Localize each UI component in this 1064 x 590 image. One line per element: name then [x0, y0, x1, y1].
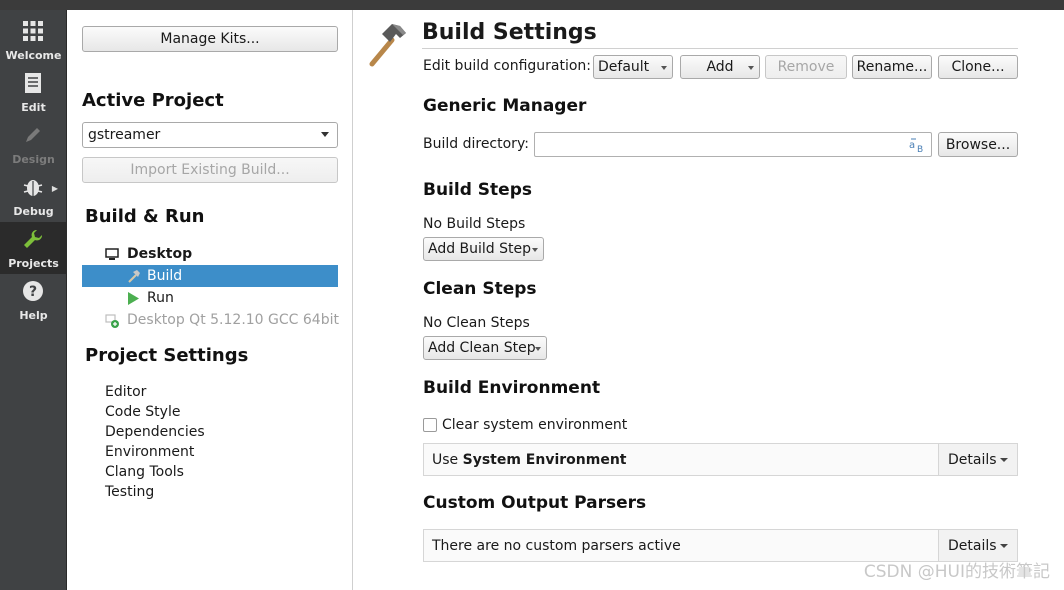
build-config-value: Default — [598, 59, 650, 75]
environment-details-label: Details — [948, 451, 997, 468]
chevron-down-icon — [535, 347, 541, 351]
help-icon: ? — [23, 281, 43, 301]
settings-clang-tools-item[interactable]: Clang Tools — [105, 464, 184, 480]
no-clean-steps-text: No Clean Steps — [423, 315, 530, 331]
remove-config-button[interactable]: Remove — [765, 55, 847, 79]
add-config-label: Add — [706, 59, 734, 75]
environment-summary-row: Use System Environment Details — [423, 443, 1018, 476]
no-parsers-text: There are no custom parsers active — [432, 538, 681, 554]
environment-prefix: Use — [432, 452, 463, 468]
mode-edit-label: Edit — [21, 101, 46, 114]
manage-kits-button[interactable]: Manage Kits... — [82, 26, 338, 52]
chevron-down-icon — [321, 132, 329, 137]
clone-config-button[interactable]: Clone... — [938, 55, 1018, 79]
chevron-down-icon — [532, 248, 538, 252]
debug-expand-icon: ▶ — [51, 184, 58, 193]
settings-dependencies-item[interactable]: Dependencies — [105, 424, 205, 440]
kit-desktop-label: Desktop — [127, 246, 193, 262]
import-existing-build-button[interactable]: Import Existing Build... — [82, 157, 338, 183]
build-config-select[interactable]: Default — [593, 55, 673, 79]
title-divider — [422, 48, 1018, 49]
custom-parsers-heading: Custom Output Parsers — [423, 493, 647, 513]
svg-text:?: ? — [29, 284, 37, 300]
build-environment-heading: Build Environment — [423, 378, 601, 398]
add-build-step-label: Add Build Step — [428, 241, 532, 257]
add-clean-step-button[interactable]: Add Clean Step — [423, 336, 547, 360]
mode-projects-label: Projects — [8, 257, 59, 270]
hammer-icon — [128, 270, 140, 283]
build-steps-heading: Build Steps — [423, 180, 532, 200]
mode-projects[interactable]: Projects — [0, 222, 67, 274]
environment-name: System Environment — [462, 452, 627, 468]
chevron-down-icon — [1000, 544, 1008, 548]
add-config-button[interactable]: Add — [680, 55, 760, 79]
project-settings-heading: Project Settings — [85, 345, 249, 366]
no-build-steps-text: No Build Steps — [423, 216, 526, 232]
active-project-value: gstreamer — [88, 127, 161, 143]
clear-env-label: Clear system environment — [442, 417, 628, 433]
settings-testing-item[interactable]: Testing — [105, 484, 154, 500]
svg-text:B: B — [917, 145, 923, 153]
add-kit-icon — [105, 314, 119, 328]
active-project-heading: Active Project — [82, 90, 224, 111]
mode-help-label: Help — [19, 309, 48, 322]
watermark: CSDN @HUI的技術筆記 — [863, 562, 1050, 582]
pencil-icon — [26, 128, 40, 142]
mode-edit[interactable]: Edit — [0, 66, 67, 118]
play-icon — [128, 292, 139, 305]
rename-config-button[interactable]: Rename... — [852, 55, 932, 79]
grid-icon — [23, 21, 43, 41]
active-project-select[interactable]: gstreamer — [82, 122, 338, 148]
kit-qt-label: Desktop Qt 5.12.10 GCC 64bit — [127, 312, 339, 328]
environment-summary-text: Use System Environment — [432, 452, 627, 468]
add-clean-step-label: Add Clean Step — [428, 340, 536, 356]
build-settings-panel: Build Settings Edit build configuration:… — [354, 10, 1064, 590]
monitor-icon — [105, 248, 119, 260]
bug-icon — [23, 180, 43, 196]
top-strip — [0, 0, 1064, 10]
wrench-icon — [24, 229, 43, 248]
chevron-down-icon — [1000, 458, 1008, 462]
hammer-icon — [369, 24, 406, 67]
run-item-label: Run — [147, 290, 174, 306]
variable-chooser-icon[interactable]: a B — [909, 137, 927, 153]
settings-code-style-item[interactable]: Code Style — [105, 404, 180, 420]
build-directory-label: Build directory: — [423, 136, 529, 152]
environment-details-button[interactable]: Details — [938, 444, 1017, 475]
mode-bar: Welcome Edit Design ▶ Debug Projects ? H… — [0, 10, 67, 590]
mode-design-label: Design — [12, 153, 55, 166]
build-directory-input[interactable]: a B — [534, 132, 932, 157]
edit-config-label: Edit build configuration: — [423, 58, 592, 74]
build-item[interactable]: Build — [82, 265, 338, 287]
mode-help[interactable]: ? Help — [0, 274, 67, 326]
mode-welcome[interactable]: Welcome — [0, 14, 67, 66]
clean-steps-heading: Clean Steps — [423, 279, 537, 299]
settings-editor-item[interactable]: Editor — [105, 384, 146, 400]
page-title: Build Settings — [422, 20, 597, 45]
settings-environment-item[interactable]: Environment — [105, 444, 194, 460]
mode-debug[interactable]: ▶ Debug — [0, 170, 67, 222]
parsers-details-label: Details — [948, 537, 997, 554]
project-navigation-panel: Manage Kits... Active Project gstreamer … — [68, 10, 353, 590]
add-build-step-button[interactable]: Add Build Step — [423, 237, 544, 261]
generic-manager-heading: Generic Manager — [423, 96, 587, 116]
build-item-label: Build — [147, 268, 183, 284]
mode-welcome-label: Welcome — [5, 49, 62, 62]
chevron-down-icon — [748, 66, 754, 70]
mode-design[interactable]: Design — [0, 118, 67, 170]
mode-debug-label: Debug — [13, 205, 54, 218]
chevron-down-icon — [661, 66, 667, 70]
build-run-heading: Build & Run — [85, 206, 205, 227]
browse-button[interactable]: Browse... — [938, 132, 1018, 157]
svg-text:a: a — [909, 140, 915, 151]
document-icon — [25, 73, 41, 93]
clear-env-checkbox[interactable] — [423, 418, 437, 432]
